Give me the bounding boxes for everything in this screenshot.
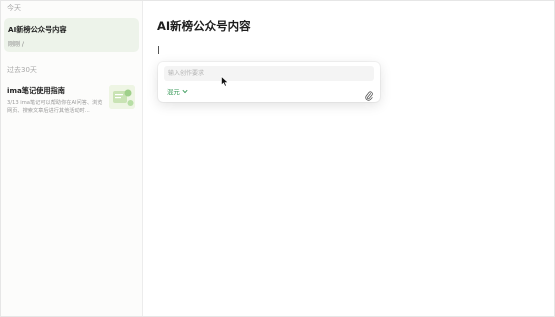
model-label: 混元: [167, 88, 180, 96]
paperclip-icon[interactable]: [365, 86, 373, 101]
note-item-active[interactable]: AI新榜公众号内容 刚刚 /: [4, 18, 139, 52]
prompt-input[interactable]: [164, 66, 374, 81]
note-thumbnail-image: [109, 85, 135, 109]
mouse-pointer-icon: [221, 72, 229, 87]
model-selector[interactable]: 混元: [167, 87, 188, 96]
note-item-guide[interactable]: ima笔记使用指南 3/13 ima笔记可以帮助你在AI问答、浏览网页、搜索文章…: [4, 79, 139, 115]
group-label-today: 今天: [7, 4, 21, 12]
notes-sidebar: 今天 AI新榜公众号内容 刚刚 / 过去30天 ima笔记使用指南 3/13 i…: [1, 1, 143, 316]
document-title[interactable]: AI新榜公众号内容: [157, 18, 251, 34]
app-window: 今天 AI新榜公众号内容 刚刚 / 过去30天 ima笔记使用指南 3/13 i…: [0, 0, 555, 317]
text-caret: [158, 46, 159, 54]
ai-writing-popover: 混元: [158, 62, 380, 102]
note-timestamp: 刚刚 /: [8, 41, 24, 48]
note-title: ima笔记使用指南: [7, 86, 65, 95]
note-excerpt: 3/13 ima笔记可以帮助你在AI问答、浏览网页、搜索文章后进行其他活动时..…: [7, 100, 103, 114]
note-title: AI新榜公众号内容: [8, 25, 67, 34]
group-label-past-30-days: 过去30天: [7, 66, 37, 74]
editor-area: AI新榜公众号内容 混元: [143, 1, 554, 316]
chevron-down-icon: [182, 88, 188, 96]
